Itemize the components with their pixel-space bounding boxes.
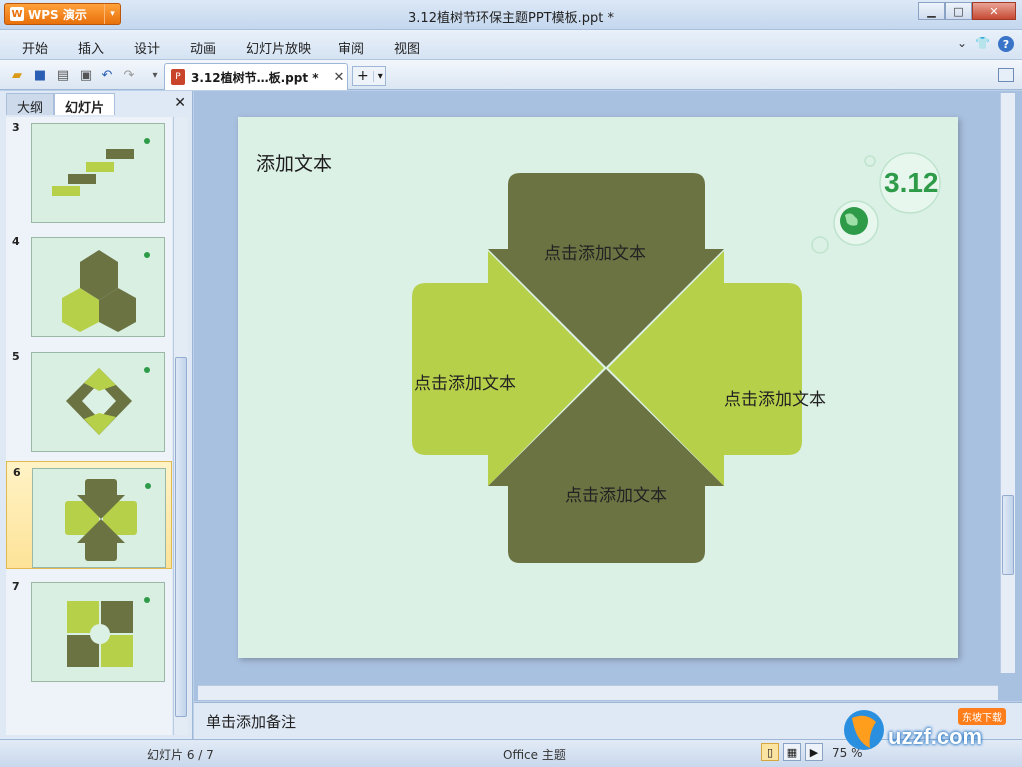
arrow-left-label[interactable]: 点击添加文本 — [414, 369, 516, 394]
slide-thumbnail[interactable] — [31, 123, 165, 223]
title-bar: W WPS 演示 ▾ 3.12植树节环保主题PPT模板.ppt * ▁ □ ✕ — [0, 0, 1022, 30]
layout-toggle-icon[interactable] — [998, 68, 1014, 82]
slide-sorter-icon[interactable]: ▦ — [783, 743, 801, 761]
editor-horizontal-scrollbar[interactable] — [198, 685, 998, 700]
quick-toolbar: ▰ ■ ▤ ▣ ↶ ↷ ▾ P 3.12植树节…板.ppt * ✕ + ▾ — [0, 60, 1022, 90]
thumbnail-graphic — [65, 479, 151, 561]
slide-editor: 添加文本 3.12 点击添加文本 点击添加文本 点击添加文本 点击添加文本 — [194, 91, 1022, 701]
close-panel-icon[interactable]: ✕ — [174, 95, 186, 111]
skin-icon[interactable]: 👕 — [975, 36, 990, 52]
maximize-button[interactable]: □ — [945, 2, 972, 20]
thumbnail-graphic — [66, 367, 150, 435]
tab-slides[interactable]: 幻灯片 — [54, 93, 116, 116]
arrow-top-label[interactable]: 点击添加文本 — [544, 239, 646, 264]
scrollbar-thumb[interactable] — [1002, 495, 1014, 575]
slide-thumbnail[interactable] — [31, 352, 165, 452]
menu-animation[interactable]: 动画 — [190, 38, 216, 57]
slide-thumb-row[interactable]: 7 — [6, 576, 172, 684]
close-tab-icon[interactable]: ✕ — [331, 70, 347, 85]
menu-bar: 开始 插入 设计 动画 幻灯片放映 审阅 视图 ⌄ 👕 ? — [0, 30, 1022, 60]
view-switcher: ▯ ▦ ▶ — [761, 743, 823, 761]
chevron-down-icon[interactable]: ⌄ — [957, 36, 967, 52]
slide-canvas[interactable]: 添加文本 3.12 点击添加文本 点击添加文本 点击添加文本 点击添加文本 — [238, 117, 958, 658]
thumbnail-list: 3 4 5 6 7 — [6, 117, 172, 735]
menu-design[interactable]: 设计 — [134, 38, 160, 57]
thumbnail-graphic — [62, 250, 150, 332]
slide-thumb-row[interactable]: 4 — [6, 231, 172, 339]
slide-number: 3 — [12, 121, 20, 134]
thumbnail-scrollbar[interactable] — [173, 117, 188, 735]
slide-number: 7 — [12, 580, 20, 593]
menu-view[interactable]: 视图 — [394, 38, 420, 57]
chevron-down-icon: ▾ — [372, 70, 387, 82]
menu-slideshow[interactable]: 幻灯片放映 — [246, 38, 311, 57]
tab-outline[interactable]: 大纲 — [6, 93, 55, 116]
slide-panel: 大纲 幻灯片 ✕ 3 4 5 6 7 — [0, 91, 193, 739]
slide-thumbnail[interactable] — [31, 582, 165, 682]
document-tab[interactable]: P 3.12植树节…板.ppt * ✕ — [164, 63, 348, 90]
arrow-bottom-label[interactable]: 点击添加文本 — [565, 481, 667, 506]
window-controls: ▁ □ ✕ — [918, 2, 1016, 20]
theme-status[interactable]: Office 主题 — [503, 746, 566, 763]
watermark-tag: 东坡下载 — [958, 708, 1006, 725]
slide-number: 5 — [12, 350, 20, 363]
menu-right-tools: ⌄ 👕 ? — [957, 36, 1014, 52]
document-tab-name: 3.12植树节…板.ppt * — [191, 70, 319, 85]
year-badge: 3.12 — [884, 167, 939, 198]
slide-thumb-row[interactable]: 3 — [6, 117, 172, 225]
print-preview-icon[interactable]: ▣ — [77, 66, 95, 84]
menu-home[interactable]: 开始 — [22, 38, 48, 57]
editor-vertical-scrollbar[interactable] — [1000, 93, 1015, 673]
normal-view-icon[interactable]: ▯ — [761, 743, 779, 761]
site-watermark: 东坡下载 uzzf.com — [840, 700, 1018, 764]
close-window-button[interactable]: ✕ — [972, 2, 1016, 20]
redo-icon[interactable]: ↷ — [120, 66, 138, 84]
save-icon[interactable]: ■ — [31, 66, 49, 84]
toolbar-more-icon[interactable]: ▾ — [146, 66, 164, 84]
notes-placeholder[interactable]: 单击添加备注 — [206, 711, 296, 732]
plus-icon: + — [357, 68, 369, 84]
slideshow-play-icon[interactable]: ▶ — [805, 743, 823, 761]
window-title: 3.12植树节环保主题PPT模板.ppt * — [408, 11, 614, 26]
cross-diagram — [412, 152, 941, 563]
watermark-text: uzzf.com — [888, 724, 983, 749]
scrollbar-thumb[interactable] — [175, 357, 187, 717]
slide-thumbnail[interactable] — [31, 237, 165, 337]
new-tab-button[interactable]: + ▾ — [352, 66, 386, 86]
panel-tabs: 大纲 幻灯片 — [6, 93, 116, 116]
slide-thumb-row-selected[interactable]: 6 — [6, 461, 172, 569]
open-folder-icon[interactable]: ▰ — [8, 66, 26, 84]
minimize-button[interactable]: ▁ — [918, 2, 945, 20]
undo-icon[interactable]: ↶ — [98, 66, 116, 84]
slide-thumbnail[interactable] — [32, 468, 166, 568]
menu-review[interactable]: 审阅 — [338, 38, 364, 57]
slide-count-status: 幻灯片 6 / 7 — [147, 748, 214, 762]
slide-number: 4 — [12, 235, 20, 248]
thumbnail-graphic — [67, 597, 150, 667]
ppt-file-icon: P — [171, 69, 185, 85]
print-icon[interactable]: ▤ — [54, 66, 72, 84]
help-icon[interactable]: ? — [998, 36, 1014, 52]
arrow-right-label[interactable]: 点击添加文本 — [724, 385, 826, 410]
menu-insert[interactable]: 插入 — [78, 38, 104, 57]
slide-thumb-row[interactable]: 5 — [6, 346, 172, 454]
slide-number: 6 — [13, 466, 21, 479]
thumbnail-graphic — [52, 138, 150, 196]
